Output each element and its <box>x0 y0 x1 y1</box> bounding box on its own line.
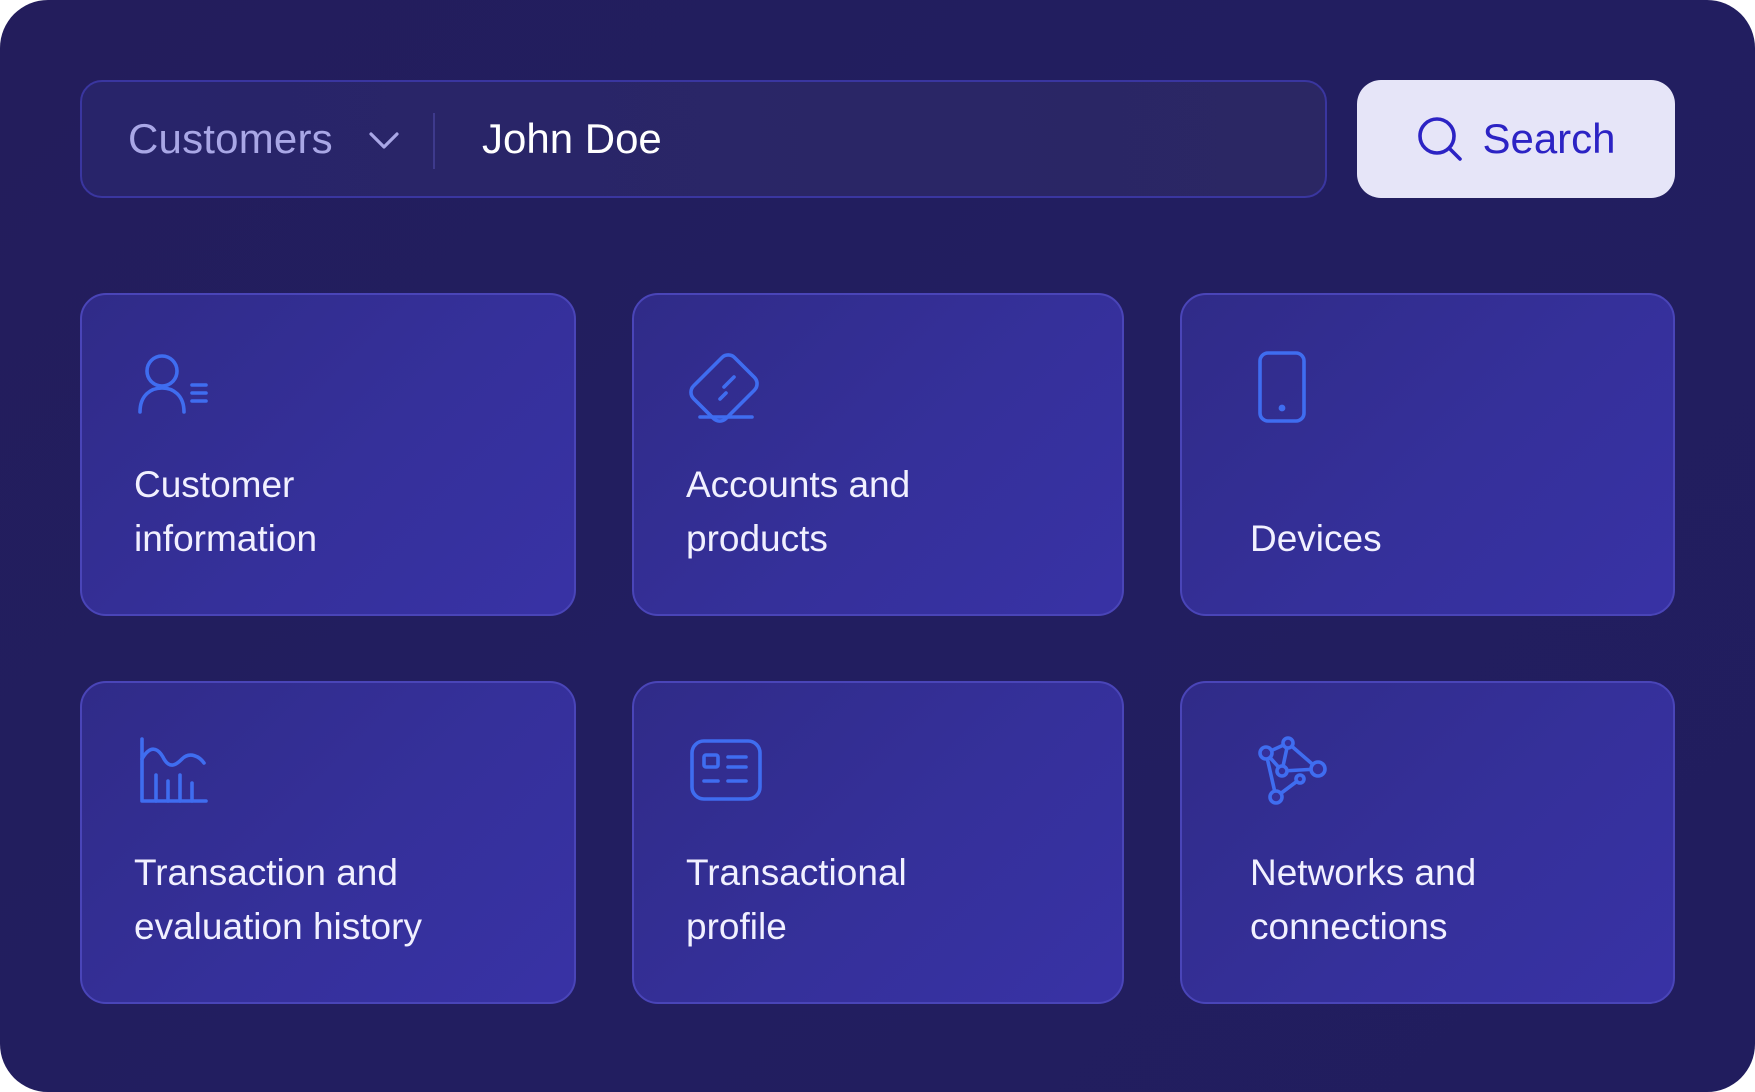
card-customer-information[interactable]: Customer information <box>80 293 576 616</box>
card-accounts-and-products[interactable]: Accounts and products <box>632 293 1124 616</box>
card-label-line2: profile <box>686 906 787 947</box>
card-label-line2: connections <box>1250 906 1448 947</box>
card-label: Devices <box>1250 512 1630 566</box>
search-panel: Customers John Doe Search Customer infor… <box>0 0 1755 1092</box>
card-label-line2: evaluation history <box>134 906 422 947</box>
id-card-icon <box>690 739 762 801</box>
chart-icon <box>140 737 208 803</box>
card-transaction-history[interactable]: Transaction and evaluation history <box>80 681 576 1004</box>
card-label: Accounts and products <box>686 458 1066 566</box>
card-label-line1: Networks and <box>1250 852 1477 893</box>
card-icon <box>689 353 759 423</box>
chevron-down-icon <box>369 132 399 149</box>
search-input[interactable]: John Doe <box>482 82 1302 196</box>
search-button-label: Search <box>1482 115 1616 162</box>
phone-icon <box>1258 351 1306 423</box>
search-divider <box>433 113 435 169</box>
customer-list-icon <box>138 354 208 414</box>
card-label-line2: products <box>686 518 828 559</box>
search-icon <box>1418 117 1463 161</box>
card-label-line1: Customer <box>134 464 295 505</box>
card-label-line1: Transactional <box>686 852 907 893</box>
search-bar: Customers John Doe <box>80 80 1327 198</box>
card-label: Customer information <box>134 458 514 566</box>
scope-dropdown-label: Customers <box>128 115 333 162</box>
card-label: Transaction and evaluation history <box>134 846 514 954</box>
card-label-line2: Devices <box>1250 518 1382 559</box>
card-label-line2: information <box>134 518 318 559</box>
card-label: Transactional profile <box>686 846 1066 954</box>
card-label-line1: Transaction and <box>134 852 398 893</box>
search-button[interactable]: Search <box>1357 80 1675 198</box>
card-transactional-profile[interactable]: Transactional profile <box>632 681 1124 1004</box>
card-label-line1: Accounts and <box>686 464 911 505</box>
card-devices[interactable]: Devices <box>1180 293 1675 616</box>
card-label: Networks and connections <box>1250 846 1630 954</box>
card-networks-and-connections[interactable]: Networks and connections <box>1180 681 1675 1004</box>
network-icon <box>1258 736 1327 805</box>
scope-dropdown[interactable]: Customers <box>82 82 432 196</box>
